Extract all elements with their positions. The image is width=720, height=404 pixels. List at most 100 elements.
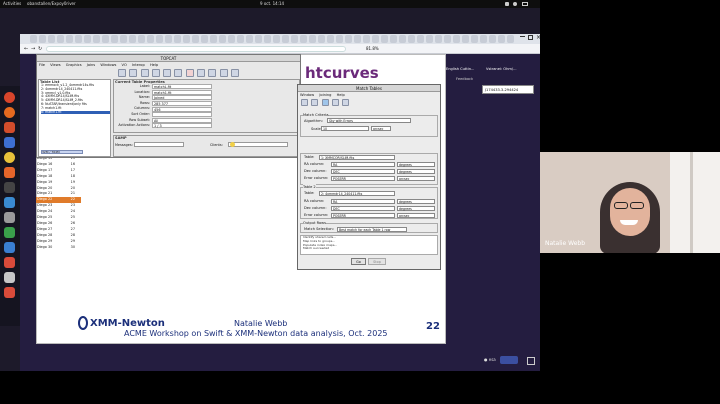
ubuntu-software-icon[interactable]: [4, 122, 15, 133]
feedback-link[interactable]: Feedback: [456, 77, 473, 81]
menu-vo[interactable]: VO: [122, 63, 127, 67]
concat-icon[interactable]: [230, 69, 239, 77]
browser-tab[interactable]: [273, 35, 280, 43]
browser-tab[interactable]: [336, 35, 343, 43]
browser-tab[interactable]: [444, 35, 451, 43]
t1-err-unit[interactable]: arcsec: [397, 176, 435, 181]
t1-ra-select[interactable]: RA: [331, 162, 395, 167]
browser-tab[interactable]: [39, 35, 46, 43]
menu-interop[interactable]: Interop: [132, 63, 145, 67]
coords-box[interactable]: J174433.3-294424: [482, 85, 534, 94]
browser-tab[interactable]: [192, 35, 199, 43]
match-selection-select[interactable]: Best match for each Table 1 row: [337, 227, 407, 232]
minimize-icon[interactable]: [520, 36, 525, 37]
property-value[interactable]: match1.fit: [152, 89, 212, 95]
participant-video-tile[interactable]: [540, 152, 720, 253]
t2-dec-unit[interactable]: degrees: [397, 206, 435, 211]
text-editor-icon[interactable]: [4, 197, 15, 208]
browser-tab[interactable]: [291, 35, 298, 43]
activation-icon[interactable]: [208, 69, 217, 77]
reload-icon[interactable]: ↻: [38, 46, 42, 52]
menu-joining[interactable]: Joining: [319, 93, 331, 97]
browser-tab[interactable]: [93, 35, 100, 43]
pencil-icon[interactable]: [301, 99, 308, 106]
browser-tab[interactable]: [174, 35, 181, 43]
t2-err-unit[interactable]: arcsec: [397, 213, 435, 218]
browser-tab[interactable]: [390, 35, 397, 43]
browser-tab[interactable]: [300, 35, 307, 43]
browser-tab[interactable]: [75, 35, 82, 43]
menu-help[interactable]: Help: [150, 63, 158, 67]
browser-tab[interactable]: [282, 35, 289, 43]
help-icon[interactable]: [331, 99, 339, 106]
presentation-icon[interactable]: [4, 257, 15, 268]
browser-tab[interactable]: [399, 35, 406, 43]
browser-tab[interactable]: [480, 35, 487, 43]
table-data-icon[interactable]: [140, 69, 149, 77]
stop-button[interactable]: Stop: [368, 258, 386, 265]
browser-tab[interactable]: [246, 35, 253, 43]
property-value[interactable]: 285 377: [152, 101, 212, 107]
menu-joins[interactable]: Joins: [87, 63, 95, 67]
screenshot-icon[interactable]: [4, 212, 15, 223]
t1-ra-unit[interactable]: degrees: [397, 162, 435, 167]
match-mode-icon[interactable]: [321, 99, 329, 106]
t2-dec-select[interactable]: DEC: [331, 206, 395, 211]
table-list-item[interactable]: 8: match1.fit: [41, 110, 110, 115]
browser-tab[interactable]: [237, 35, 244, 43]
url-input[interactable]: [46, 46, 346, 52]
match-icon[interactable]: [219, 69, 228, 77]
subsets-icon[interactable]: [163, 69, 172, 77]
document-icon[interactable]: [4, 242, 15, 253]
browser-tab[interactable]: [408, 35, 415, 43]
delete-icon[interactable]: [185, 69, 194, 77]
property-value[interactable]: 1 / 3: [152, 123, 212, 129]
browser-tab[interactable]: [201, 35, 208, 43]
go-icon[interactable]: [311, 99, 319, 106]
t2-err-select[interactable]: POSERR: [331, 213, 395, 218]
fullscreen-icon[interactable]: [527, 357, 535, 365]
close-icon[interactable]: ×: [536, 34, 540, 42]
browser-tab[interactable]: [147, 35, 154, 43]
network-icon[interactable]: [505, 2, 509, 6]
close-window-icon[interactable]: [342, 99, 350, 106]
t2-ra-unit[interactable]: degrees: [397, 199, 435, 204]
t1-err-select[interactable]: POSERR: [331, 176, 395, 181]
browser-tab[interactable]: [318, 35, 325, 43]
save-table-icon[interactable]: [129, 69, 138, 77]
files-icon[interactable]: [4, 137, 15, 148]
menu-graphics[interactable]: Graphics: [66, 63, 82, 67]
property-value[interactable]: All: [152, 117, 212, 123]
t2-ra-select[interactable]: RA: [331, 199, 395, 204]
volume-icon[interactable]: [513, 2, 517, 6]
browser-tab[interactable]: [471, 35, 478, 43]
columns-icon[interactable]: [151, 69, 160, 77]
property-value[interactable]: [152, 112, 212, 118]
browser-tab[interactable]: [138, 35, 145, 43]
spreadsheet-icon[interactable]: [4, 227, 15, 238]
browser-tab[interactable]: [453, 35, 460, 43]
stats-icon[interactable]: [174, 69, 183, 77]
property-value[interactable]: matchL.fit: [152, 84, 212, 90]
browser-tab[interactable]: [381, 35, 388, 43]
maximize-icon[interactable]: [528, 35, 533, 40]
browser-tab[interactable]: [165, 35, 172, 43]
firefox-icon[interactable]: [4, 107, 15, 118]
menu-help[interactable]: Help: [337, 93, 345, 97]
clock[interactable]: 9 oct. 14:14: [260, 0, 284, 8]
menu-window[interactable]: Window: [300, 93, 314, 97]
back-icon[interactable]: ←: [24, 46, 28, 52]
property-value[interactable]: Joined: [152, 95, 212, 101]
t1-dec-select[interactable]: DEC: [331, 169, 395, 174]
browser-tab[interactable]: [84, 35, 91, 43]
app-icon-6[interactable]: [4, 167, 15, 178]
table1-select[interactable]: 1: XMMCOR/SLIM.fits: [319, 155, 395, 160]
property-value[interactable]: 456: [152, 106, 212, 112]
menu-windows[interactable]: Windows: [100, 63, 116, 67]
browser-tab[interactable]: [156, 35, 163, 43]
go-button[interactable]: Go: [351, 258, 366, 265]
zoom-level[interactable]: 81.8%: [366, 46, 379, 51]
browser-tab[interactable]: [426, 35, 433, 43]
browser-tab[interactable]: [264, 35, 271, 43]
browser-tab[interactable]: [507, 35, 514, 43]
